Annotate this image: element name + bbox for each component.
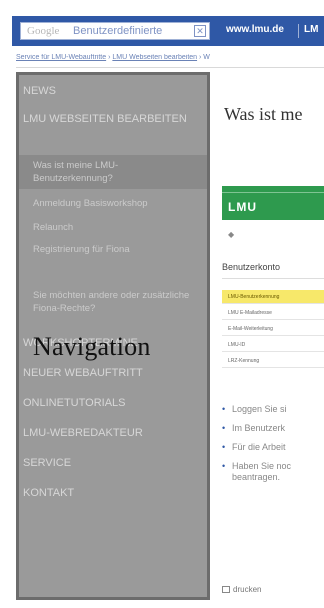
sidebar-item-registrierung-fiona[interactable]: Registrierung für Fiona <box>33 243 213 256</box>
search-input[interactable]: Google Benutzerdefinierte ✕ <box>20 22 210 40</box>
bullet-icon: • <box>222 442 226 452</box>
small-bullet-icon: ◆ <box>228 230 235 239</box>
sidebar-item-neuer-webauftritt[interactable]: NEUER WEBAUFTRITT <box>23 367 203 380</box>
site-link[interactable]: www.lmu.de <box>226 24 284 35</box>
search-provider-label: Google <box>27 25 60 37</box>
sidebar-item-service[interactable]: SERVICE <box>23 457 203 470</box>
sidebar-item-fiona-rechte[interactable]: Sie möchten andere oder zusätzliche Fion… <box>33 289 193 315</box>
benutzerkonto-heading: Benutzerkonto <box>222 262 281 272</box>
bullet-icon: • <box>222 461 226 471</box>
lmu-screenshot-header: LMU <box>222 186 324 220</box>
list-item: • Im Benutzerk <box>222 423 286 433</box>
bullet-icon: • <box>222 423 226 433</box>
topbar-link-truncated[interactable]: LM <box>304 24 318 35</box>
divider <box>222 278 324 279</box>
konto-menu-item: E-Mail-Weiterleitung <box>222 322 324 336</box>
print-link[interactable]: drucken <box>222 585 261 594</box>
navigation-overlay-label: Navigation <box>33 332 151 361</box>
sidebar-item-lmu-webredakteur[interactable]: LMU-WEBREDAKTEUR <box>23 427 203 440</box>
breadcrumb-item-webseiten[interactable]: LMU Webseiten bearbeiten <box>112 54 197 61</box>
konto-menu-item: LMU E-Mailadresse <box>222 306 324 320</box>
lmu-logo: LMU <box>228 200 257 214</box>
instruction-list: • Loggen Sie si • Im Benutzerk • Für die Ar… <box>222 404 324 491</box>
top-navigation-bar: Google Benutzerdefinierte ✕ www.lmu.de L… <box>12 16 324 46</box>
list-item-continuation: beantragen. <box>232 472 281 482</box>
sidebar-navigation: NEWS LMU WEBSEITEN BEARBEITEN Was ist me… <box>16 72 210 600</box>
sidebar-item-onlinetutorials[interactable]: ONLINETUTORIALS <box>23 397 203 410</box>
konto-menu-item: LMU-ID <box>222 338 324 352</box>
sidebar-item-benutzerkennung[interactable]: Was ist meine LMU-Benutzerkennung? <box>33 159 183 185</box>
breadcrumb-item-current: W <box>203 54 210 61</box>
sidebar-item-lmu-webseiten-bearbeiten[interactable]: LMU WEBSEITEN BEARBEITEN <box>23 113 203 126</box>
page-title: Was ist me <box>224 104 303 124</box>
list-item: • Haben Sie noc <box>222 461 292 471</box>
header-stripe <box>222 192 324 193</box>
breadcrumb-item-service[interactable]: Service für LMU-Webauftritte <box>16 54 106 61</box>
search-value: Benutzerdefinierte <box>73 25 163 37</box>
sidebar-item-basisworkshop[interactable]: Anmeldung Basisworkshop <box>33 197 213 210</box>
bullet-icon: • <box>222 404 226 414</box>
search-clear-icon[interactable]: ✕ <box>194 25 206 37</box>
konto-menu-item: LRZ-Kennung <box>222 354 324 368</box>
breadcrumb: Service für LMU-Webauftritte › LMU Webse… <box>16 54 324 68</box>
sidebar-item-relaunch[interactable]: Relaunch <box>33 221 213 234</box>
list-item: • Loggen Sie si <box>222 404 287 414</box>
topbar-divider <box>298 24 299 38</box>
print-label: drucken <box>233 585 262 594</box>
list-item: • Für die Arbeit <box>222 442 286 452</box>
printer-icon <box>222 586 230 593</box>
konto-menu-item-selected: LMU-Benutzerkennung <box>222 290 324 304</box>
sidebar-item-kontakt[interactable]: KONTAKT <box>23 487 203 500</box>
sidebar-item-news[interactable]: NEWS <box>23 85 203 98</box>
